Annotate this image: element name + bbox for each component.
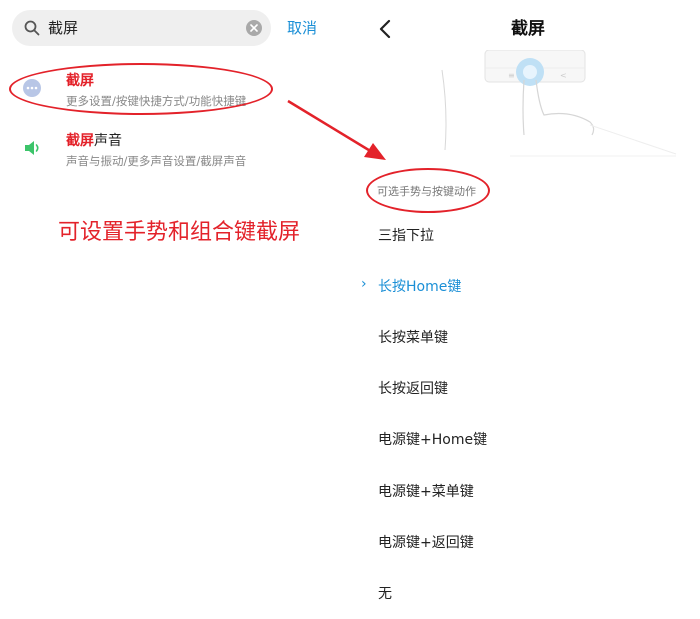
more-dots-icon xyxy=(23,79,41,97)
result-title: 截屏 xyxy=(66,70,94,90)
option-power-home[interactable]: 电源键+Home键 xyxy=(378,429,487,449)
clear-icon[interactable] xyxy=(245,19,263,37)
page-title: 截屏 xyxy=(511,19,545,39)
section-header: 可选手势与按键动作 xyxy=(377,185,476,198)
option-long-press-menu[interactable]: 长按菜单键 xyxy=(378,327,448,347)
result-title-highlight: 截屏 xyxy=(66,133,94,149)
option-power-back[interactable]: 电源键+返回键 xyxy=(378,532,474,552)
selected-chevron-icon: › xyxy=(361,276,367,292)
option-long-press-home[interactable]: › 长按Home键 xyxy=(361,276,462,296)
back-icon[interactable] xyxy=(376,18,394,40)
option-label: 长按Home键 xyxy=(378,279,462,295)
result-title: 截屏声音 xyxy=(66,130,122,150)
search-icon xyxy=(24,20,40,36)
search-result-screenshot-sound[interactable]: 截屏声音 声音与振动/更多声音设置/截屏声音 xyxy=(0,126,330,184)
option-long-press-back[interactable]: 长按返回键 xyxy=(378,378,448,398)
result-subtitle: 更多设置/按键快捷方式/功能快捷键 xyxy=(66,94,247,108)
svg-text:≡: ≡ xyxy=(508,71,515,80)
annotation-text: 可设置手势和组合键截屏 xyxy=(58,220,301,245)
result-subtitle: 声音与振动/更多声音设置/截屏声音 xyxy=(66,154,247,168)
search-input[interactable]: 截屏 xyxy=(48,10,78,46)
result-title-highlight: 截屏 xyxy=(66,73,94,89)
speaker-icon xyxy=(25,141,39,155)
svg-text:<: < xyxy=(560,71,567,80)
search-bar[interactable]: 截屏 xyxy=(12,10,271,46)
option-three-finger-swipe[interactable]: 三指下拉 xyxy=(378,225,434,245)
option-none[interactable]: 无 xyxy=(378,583,392,603)
gesture-illustration: ≡ < xyxy=(441,50,677,157)
search-result-screenshot[interactable]: 截屏 更多设置/按键快捷方式/功能快捷键 xyxy=(0,66,330,124)
cancel-button[interactable]: 取消 xyxy=(287,10,317,46)
result-title-rest: 声音 xyxy=(94,133,122,149)
option-power-menu[interactable]: 电源键+菜单键 xyxy=(378,481,474,501)
